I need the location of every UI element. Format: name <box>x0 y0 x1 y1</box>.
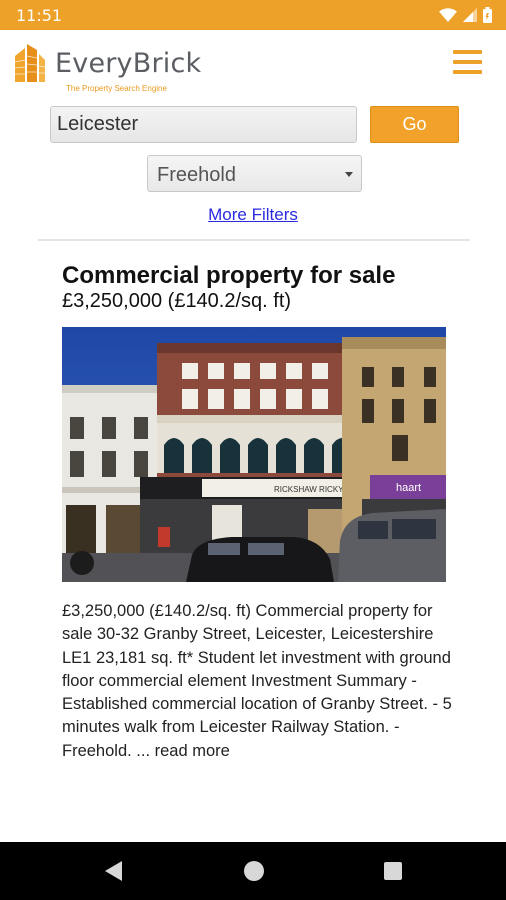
everybrick-logo[interactable]: EveryBrick The Property Search Engine <box>13 42 203 96</box>
photo-sign-shop: haart <box>396 482 421 494</box>
back-icon[interactable] <box>102 859 124 883</box>
brand-name: EveryBrick <box>55 48 202 79</box>
building-logo-icon <box>14 44 46 82</box>
read-more-link[interactable]: read more <box>155 742 230 760</box>
listing-description: £3,250,000 (£140.2/sq. ft) Commercial pr… <box>62 600 462 763</box>
dropdown-arrow-icon <box>345 172 353 177</box>
divider <box>38 239 470 241</box>
tenure-selected-value: Freehold <box>157 164 236 186</box>
recents-icon[interactable] <box>384 862 402 880</box>
listing-price: £3,250,000 (£140.2/sq. ft) <box>62 290 292 312</box>
location-search-input[interactable] <box>50 106 357 143</box>
status-time: 11:51 <box>16 6 63 25</box>
more-filters-link[interactable]: More Filters <box>208 205 298 224</box>
wifi-icon <box>439 8 457 22</box>
battery-icon <box>483 7 492 23</box>
go-button[interactable]: Go <box>370 106 459 143</box>
tenure-select[interactable]: Freehold <box>147 155 362 192</box>
listing-title[interactable]: Commercial property for sale <box>62 262 395 290</box>
listing-description-text: £3,250,000 (£140.2/sq. ft) Commercial pr… <box>62 602 452 760</box>
more-filters-row: More Filters <box>0 205 506 225</box>
android-nav-bar <box>0 842 506 900</box>
property-photo[interactable]: RICKSHAW RICKY haart <box>62 327 446 582</box>
home-icon[interactable] <box>244 861 264 881</box>
brand-tagline: The Property Search Engine <box>66 84 167 93</box>
hamburger-menu-icon[interactable] <box>453 50 485 82</box>
status-icons <box>439 7 492 23</box>
status-bar: 11:51 <box>0 0 506 30</box>
cell-signal-icon <box>463 8 477 22</box>
photo-sign-restaurant: RICKSHAW RICKY <box>274 485 344 494</box>
